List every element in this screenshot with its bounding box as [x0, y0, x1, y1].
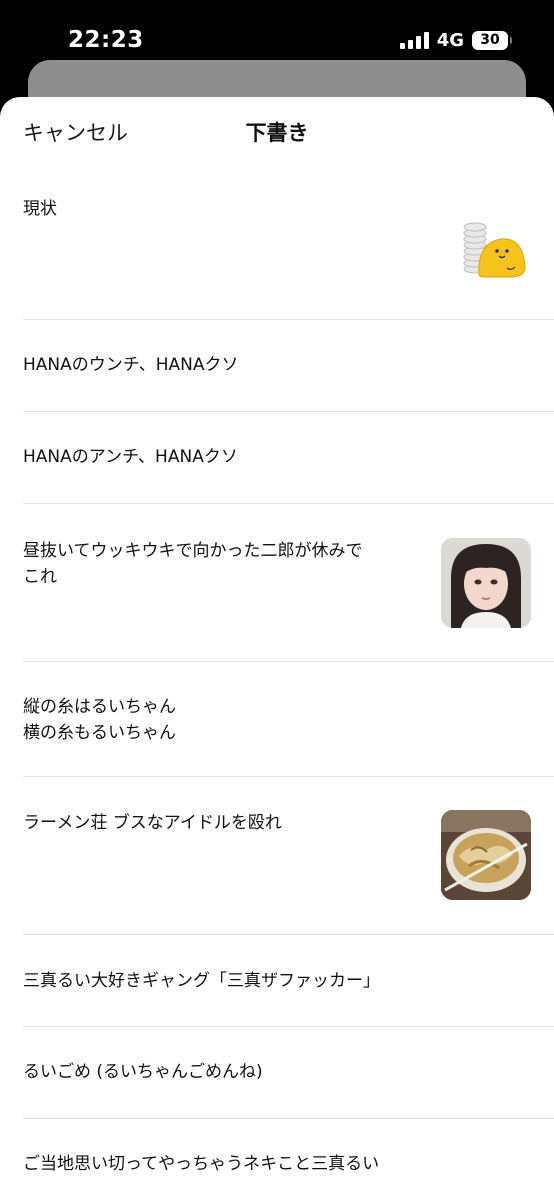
draft-item[interactable]: HANAのアンチ、HANAクソ [23, 412, 554, 504]
draft-item[interactable]: 現状 [23, 167, 554, 320]
sheet-header: キャンセル 下書き [0, 97, 554, 167]
draft-item[interactable]: HANAのウンチ、HANAクソ [23, 320, 554, 412]
draft-item[interactable]: 昼抜いてウッキウキで向かった二郎が休みで これ [23, 504, 554, 662]
draft-item[interactable]: ご当地思い切ってやっちゃうネキこと三真るい [23, 1119, 554, 1200]
drafts-sheet: キャンセル 下書き 現状 HANAのウンチ、HANAクソ HANAのアンチ、HA… [0, 97, 554, 1200]
ramen-thumbnail [441, 810, 531, 900]
battery-icon: 30 [472, 31, 512, 50]
page-title: 下書き [245, 121, 309, 145]
blob-character-thumbnail [441, 205, 531, 295]
draft-list: 現状 HANAのウンチ、HANAクソ HANAのアンチ、HANAクソ 昼抜いてウ… [0, 167, 554, 1200]
signal-icon [399, 32, 429, 49]
draft-text: ご当地思い切ってやっちゃうネキこと三真るい [23, 1154, 380, 1174]
draft-text: るいごめ (るいちゃんごめんね) [23, 1062, 263, 1082]
draft-item[interactable]: 縦の糸はるいちゃん 横の糸もるいちゃん [23, 662, 554, 777]
draft-text: 縦の糸はるいちゃん 横の糸もるいちゃん [23, 697, 176, 743]
draft-item[interactable]: るいごめ (るいちゃんごめんね) [23, 1027, 554, 1119]
status-indicators: 4G 30 [399, 30, 512, 51]
draft-text: HANAのアンチ、HANAクソ [23, 447, 238, 467]
draft-text: HANAのウンチ、HANAクソ [23, 355, 239, 375]
status-time: 22:23 [68, 27, 144, 53]
network-type: 4G [436, 30, 464, 51]
draft-item[interactable]: 三真るい大好きギャング「三真ザファッカー」 [23, 935, 554, 1027]
draft-text: 三真るい大好きギャング「三真ザファッカー」 [23, 971, 380, 991]
draft-item[interactable]: ラーメン荘 ブスなアイドルを殴れ [23, 777, 554, 935]
portrait-thumbnail [441, 538, 531, 628]
